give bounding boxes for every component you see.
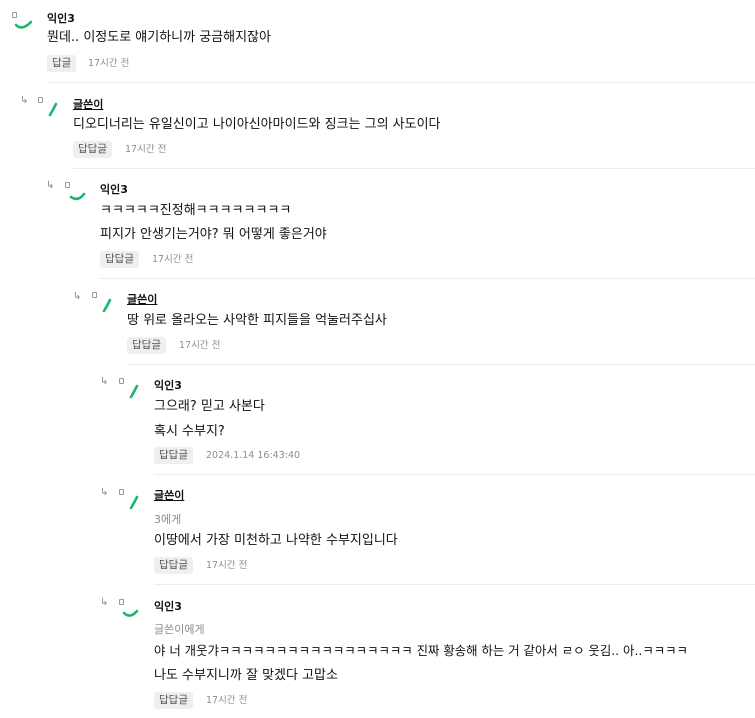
avatar	[92, 292, 116, 316]
reply-arrow-icon: ↳	[100, 487, 109, 498]
avatar	[12, 12, 36, 36]
mention-label: 글쓴이에게	[154, 623, 205, 636]
avatar	[119, 489, 143, 513]
comment-time: 2024.1.14 16:43:40	[206, 450, 301, 461]
reply-button[interactable]: 답답글	[127, 337, 166, 354]
comment-author[interactable]: 글쓴이	[127, 291, 157, 307]
comment-text: 혹시 수부지?	[154, 424, 225, 439]
mention-label: 3에게	[154, 513, 182, 526]
reply-arrow-icon: ↳	[20, 95, 29, 106]
avatar-swoosh-icon	[69, 192, 86, 201]
reply-button[interactable]: 답답글	[154, 557, 193, 574]
comment-time: 17시간 전	[125, 144, 167, 155]
reply-button[interactable]: 답답글	[73, 141, 112, 158]
comment-time: 17시간 전	[152, 254, 194, 265]
reply-arrow-icon: ↳	[46, 180, 55, 191]
comment-author[interactable]: 글쓴이	[73, 96, 103, 112]
reply-arrow-icon: ↳	[100, 597, 109, 608]
avatar-swoosh-icon	[14, 20, 33, 29]
comment-time: 17시간 전	[179, 340, 221, 351]
avatar-swoosh-icon	[102, 298, 112, 313]
divider	[154, 584, 755, 585]
avatar	[38, 97, 62, 121]
avatar	[119, 599, 143, 623]
comment-time: 17시간 전	[206, 695, 248, 706]
comment-time: 17시간 전	[206, 560, 248, 571]
comment-author[interactable]: 익인3	[47, 10, 75, 26]
comment-text: 땅 위로 올라오는 사악한 피지들을 억눌러주십사	[127, 313, 387, 328]
comment-author[interactable]: 글쓴이	[154, 487, 184, 503]
comment-text: 나도 수부지니까 잘 맞겠다 고맙소	[154, 668, 338, 683]
avatar-swoosh-icon	[122, 609, 139, 617]
comment-text: 뭔데.. 이정도로 얘기하니까 궁금해지잖아	[47, 30, 271, 45]
avatar-swoosh-icon	[129, 384, 139, 399]
comment-text: 야 너 개웃갸ㅋㅋㅋㅋㅋㅋㅋㅋㅋㅋㅋㅋㅋㅋㅋㅋㅋ 진짜 황송해 하는 거 같아서…	[154, 643, 688, 658]
comment-author[interactable]: 익인3	[100, 181, 128, 197]
comment-text: 디오디너리는 유일신이고 나이아신아마이드와 징크는 그의 사도이다	[73, 117, 441, 132]
reply-button[interactable]: 답답글	[154, 692, 193, 709]
reply-arrow-icon: ↳	[73, 291, 82, 302]
divider	[47, 82, 755, 83]
comment-author[interactable]: 익인3	[154, 598, 182, 614]
reply-arrow-icon: ↳	[100, 376, 109, 387]
comment-author[interactable]: 익인3	[154, 377, 182, 393]
divider	[154, 474, 755, 475]
avatar-swoosh-icon	[48, 102, 58, 117]
reply-button[interactable]: 답답글	[100, 251, 139, 268]
comment-text: 피지가 안생기는거야? 뭐 어떻게 좋은거야	[100, 227, 327, 242]
comment-text: 이땅에서 가장 미천하고 나약한 수부지입니다	[154, 533, 398, 548]
divider	[100, 278, 755, 279]
comment-text: ㅋㅋㅋㅋㅋ진정해ㅋㅋㅋㅋㅋㅋㅋㅋ	[100, 203, 292, 218]
reply-button[interactable]: 답답글	[154, 447, 193, 464]
avatar	[65, 182, 89, 206]
divider	[73, 168, 755, 169]
comment-time: 17시간 전	[88, 58, 130, 69]
avatar	[119, 378, 143, 402]
reply-button[interactable]: 답글	[47, 55, 77, 72]
divider	[127, 364, 755, 365]
avatar-swoosh-icon	[129, 495, 139, 510]
comment-text: 그으래? 믿고 사본다	[154, 399, 265, 414]
